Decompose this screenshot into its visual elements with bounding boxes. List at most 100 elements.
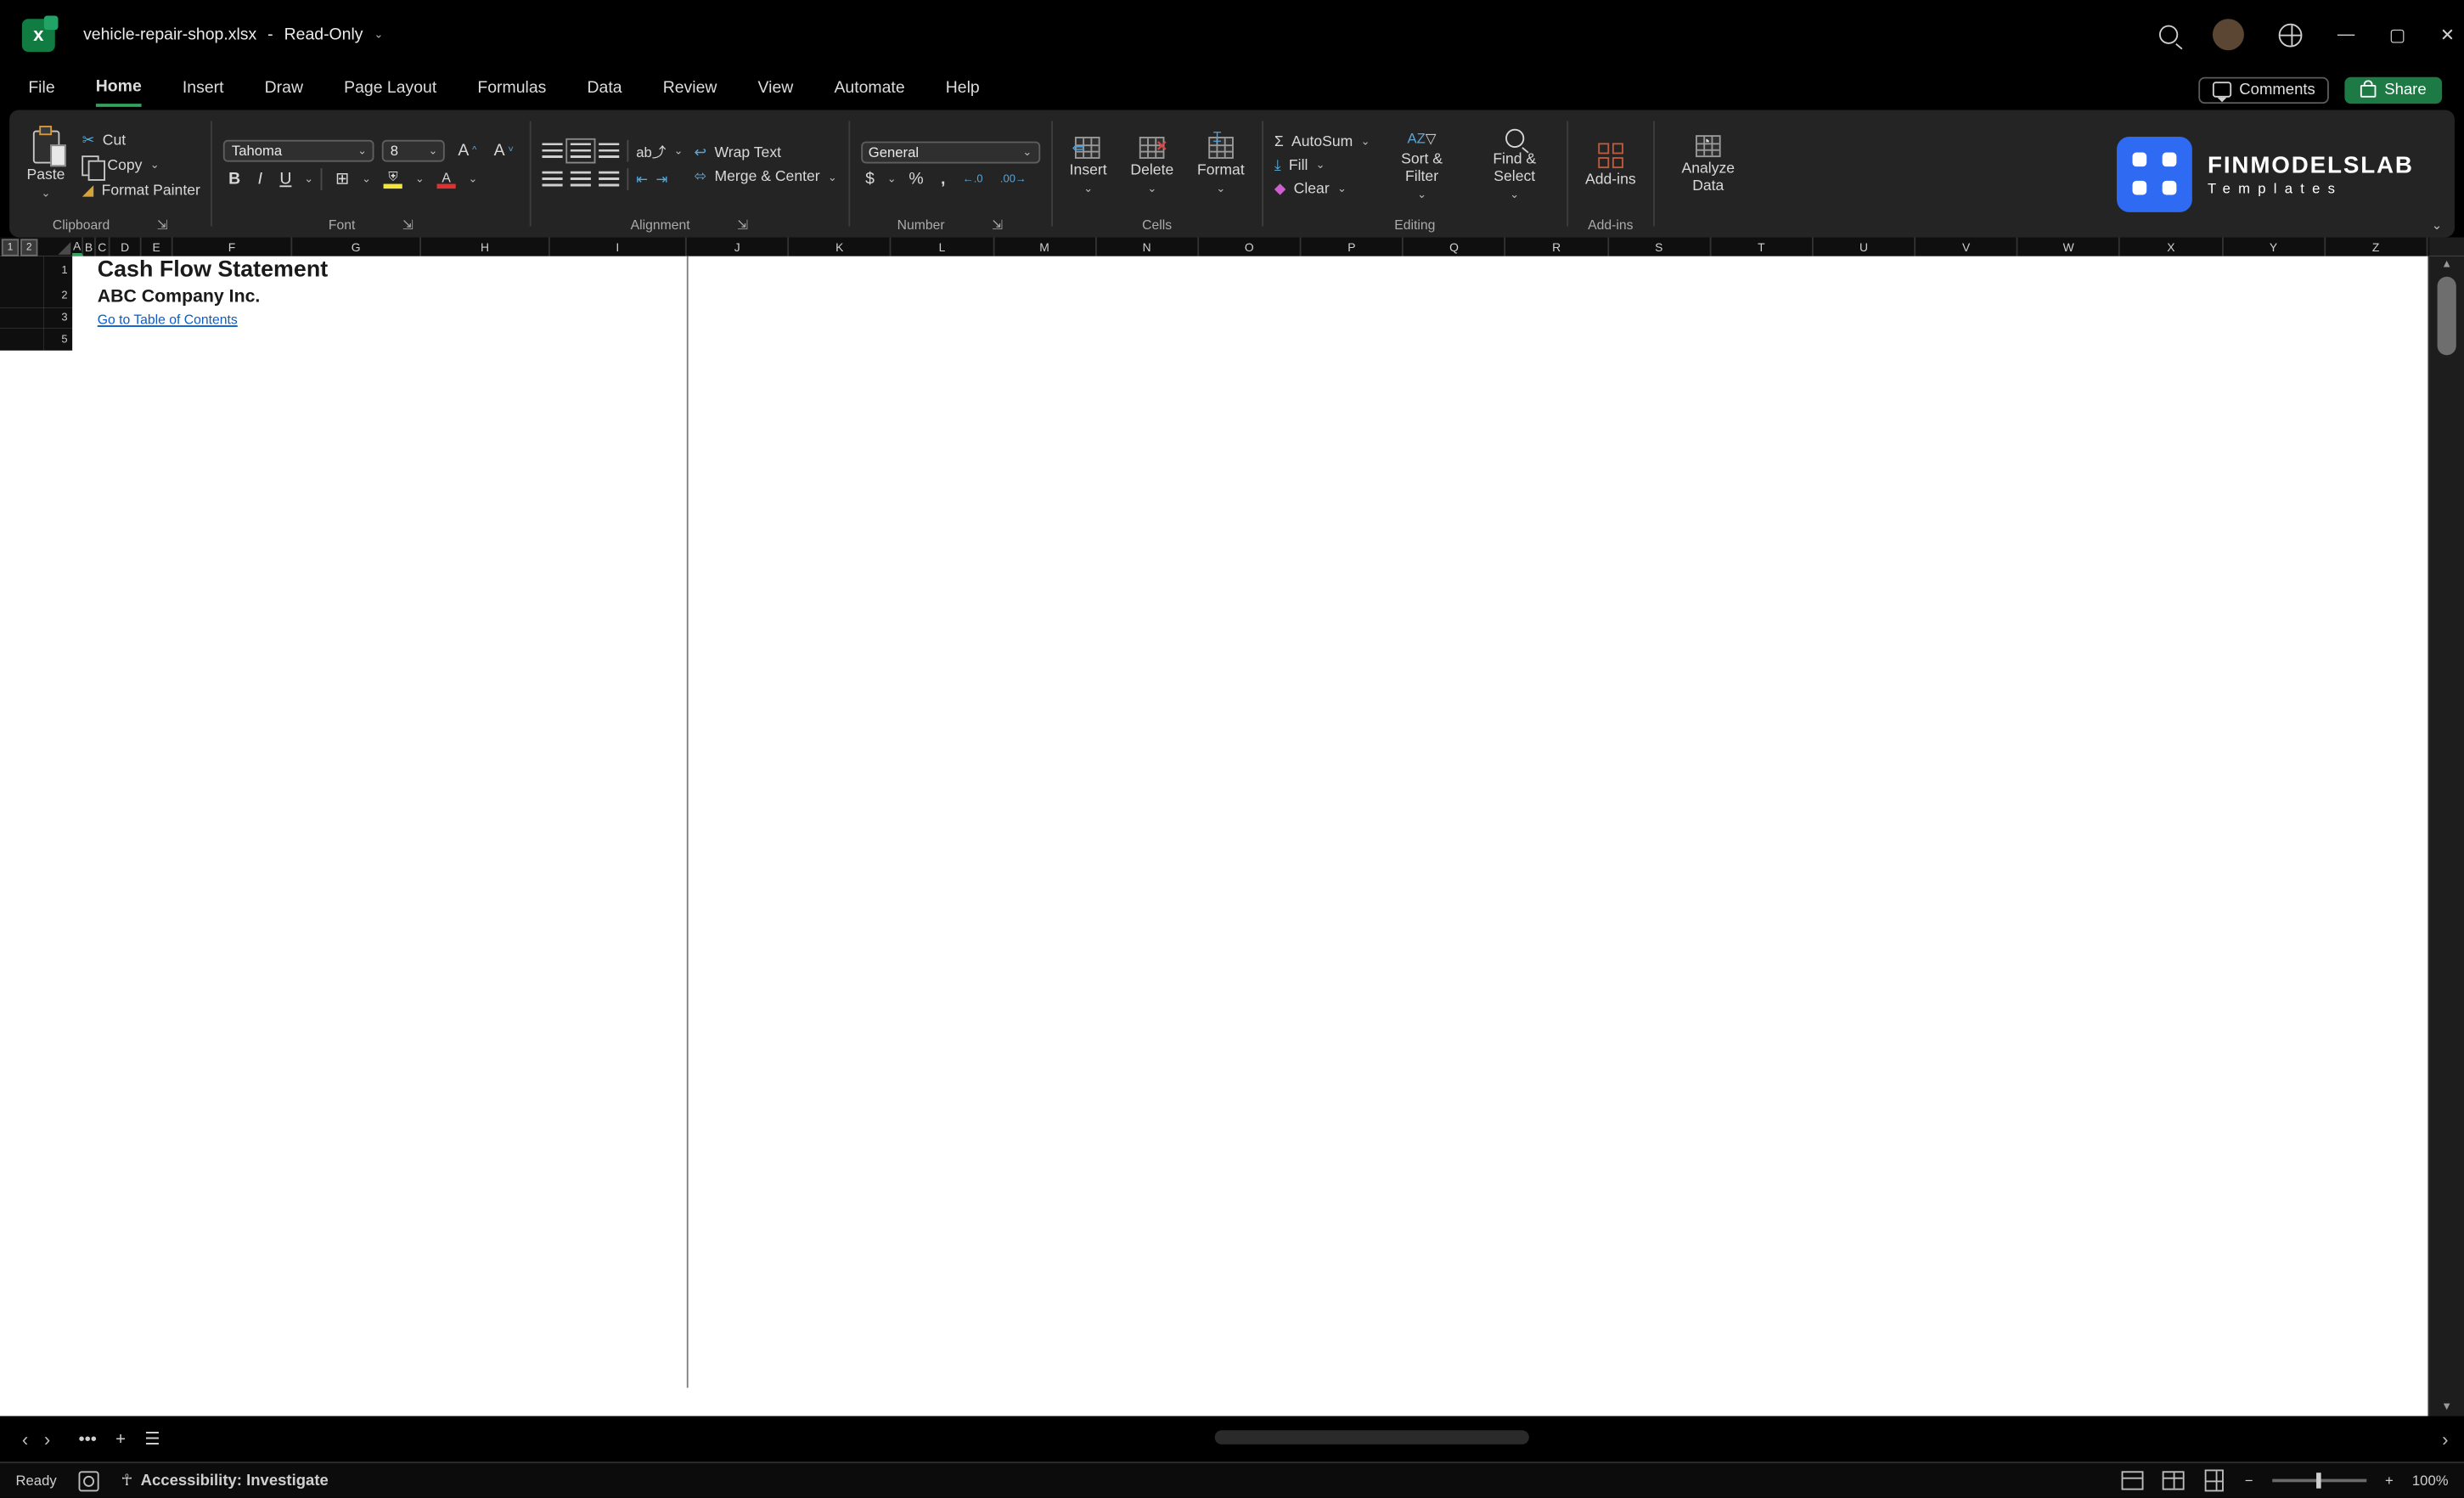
column-header-S[interactable]: S	[1608, 237, 1711, 256]
clear-button[interactable]: ◆Clear⌄	[1274, 180, 1370, 197]
column-header-O[interactable]: O	[1199, 237, 1302, 256]
align-center-icon[interactable]	[570, 172, 590, 188]
ribbon-tab-data[interactable]: Data	[588, 75, 622, 104]
addins-button[interactable]: Add-ins	[1579, 118, 1642, 212]
zoom-out-button[interactable]: −	[2245, 1473, 2253, 1489]
horizontal-scrollbar[interactable]	[1215, 1430, 1529, 1444]
column-header-B[interactable]: B	[83, 237, 96, 256]
format-painter-button[interactable]: ◢Format Painter	[82, 182, 200, 199]
number-format-select[interactable]: General⌄	[861, 142, 1040, 164]
scroll-down-icon[interactable]: ▼	[2441, 1402, 2452, 1413]
macro-record-icon[interactable]	[79, 1470, 99, 1490]
column-header-R[interactable]: R	[1506, 237, 1609, 256]
accessibility-status[interactable]: ☥ Accessibility: Investigate	[121, 1472, 329, 1489]
sort-filter-button[interactable]: AZ▽ Sort & Filter⌄	[1381, 118, 1462, 212]
ribbon-tab-insert[interactable]: Insert	[183, 75, 224, 104]
row-header-5[interactable]: 5	[44, 329, 72, 351]
wrap-text-button[interactable]: ↩Wrap Text	[695, 144, 837, 161]
vertical-scrollbar[interactable]: ▲ ▼	[2427, 256, 2464, 1416]
row-label[interactable]: Go to Table of Contents	[72, 308, 687, 329]
column-header-Q[interactable]: Q	[1404, 237, 1506, 256]
tab-overflow-button[interactable]: •••	[72, 1429, 103, 1448]
column-header-J[interactable]: J	[687, 237, 790, 256]
currency-button[interactable]: $	[861, 170, 880, 189]
column-header-M[interactable]: M	[994, 237, 1097, 256]
font-size-select[interactable]: 8⌄	[383, 140, 446, 162]
dialog-launcher-icon[interactable]: ⇲	[737, 216, 748, 233]
ribbon-tab-page-layout[interactable]: Page Layout	[344, 75, 436, 104]
document-title[interactable]: vehicle-repair-shop.xlsx - Read-Only ⌄	[83, 25, 383, 44]
ribbon-tab-help[interactable]: Help	[946, 75, 980, 104]
decrease-decimal-button[interactable]: .00→	[995, 174, 1031, 185]
collapse-ribbon-icon[interactable]: ⌄	[2432, 218, 2442, 233]
underline-button[interactable]: U	[275, 170, 296, 189]
column-header-Y[interactable]: Y	[2223, 237, 2326, 256]
column-header-G[interactable]: G	[292, 237, 421, 256]
close-button[interactable]: ✕	[2440, 25, 2455, 45]
page-layout-view-icon[interactable]	[2163, 1471, 2186, 1490]
column-header-V[interactable]: V	[1916, 237, 2018, 256]
select-all-icon[interactable]	[58, 242, 70, 255]
dialog-launcher-icon[interactable]: ⇲	[157, 216, 168, 233]
column-header-T[interactable]: T	[1711, 237, 1814, 256]
column-header-C[interactable]: C	[96, 237, 110, 256]
ribbon-tab-file[interactable]: File	[28, 75, 54, 104]
tab-bar-right-arrow[interactable]: ›	[2442, 1428, 2448, 1450]
find-select-button[interactable]: Find & Select⌄	[1474, 118, 1555, 212]
chevron-down-icon[interactable]: ⌄	[374, 28, 383, 41]
increase-decimal-button[interactable]: ←.0	[958, 174, 987, 185]
column-header-H[interactable]: H	[421, 237, 550, 256]
normal-view-icon[interactable]	[2122, 1471, 2144, 1490]
zoom-slider[interactable]	[2272, 1479, 2366, 1483]
ribbon-tab-review[interactable]: Review	[663, 75, 717, 104]
outline-level-2-button[interactable]: 2	[20, 239, 37, 256]
share-button[interactable]: Share	[2345, 76, 2442, 103]
decrease-indent-button[interactable]: ⇤	[636, 171, 648, 188]
column-header-E[interactable]: E	[142, 237, 173, 256]
outline-level-1-button[interactable]: 1	[2, 239, 19, 256]
search-icon[interactable]	[2160, 25, 2179, 44]
fill-color-button[interactable]: ⛨	[379, 170, 407, 189]
ribbon-tab-home[interactable]: Home	[96, 73, 142, 106]
column-header-P[interactable]: P	[1302, 237, 1404, 256]
zoom-level[interactable]: 100%	[2412, 1473, 2449, 1489]
column-header-F[interactable]: F	[173, 237, 293, 256]
comma-style-button[interactable]: ,	[936, 170, 950, 189]
insert-cells-button[interactable]: ⇦Insert⌄	[1063, 118, 1113, 212]
column-header-D[interactable]: D	[110, 237, 142, 256]
delete-cells-button[interactable]: ✕Delete⌄	[1124, 118, 1180, 212]
zoom-in-button[interactable]: +	[2385, 1473, 2394, 1489]
orientation-button[interactable]: ab⤴	[636, 141, 666, 161]
column-header-L[interactable]: L	[892, 237, 994, 256]
font-color-button[interactable]: A	[432, 170, 460, 189]
zoom-slider-thumb[interactable]	[2316, 1473, 2321, 1489]
column-header-N[interactable]: N	[1096, 237, 1199, 256]
dialog-launcher-icon[interactable]: ⇲	[402, 216, 413, 233]
ribbon-tab-draw[interactable]: Draw	[265, 75, 303, 104]
column-header-I[interactable]: I	[550, 237, 687, 256]
minimize-button[interactable]: —	[2337, 25, 2354, 44]
tab-scroll-left-icon[interactable]: ‹	[22, 1428, 28, 1450]
column-header-A[interactable]: A	[72, 237, 83, 256]
sheet-list-button[interactable]: ☰	[138, 1428, 166, 1449]
align-right-icon[interactable]	[599, 172, 619, 188]
sphere-icon[interactable]	[2279, 23, 2303, 47]
ribbon-tab-view[interactable]: View	[758, 75, 794, 104]
dialog-launcher-icon[interactable]: ⇲	[992, 216, 1003, 233]
align-bottom-icon[interactable]	[599, 143, 619, 159]
format-cells-button[interactable]: ⌶Format⌄	[1191, 118, 1252, 212]
align-middle-icon[interactable]	[570, 143, 590, 159]
autosum-button[interactable]: ΣAutoSum⌄	[1274, 132, 1370, 149]
row-header-1[interactable]: 1	[44, 256, 72, 284]
row-header-3[interactable]: 3	[44, 308, 72, 329]
row-header-2[interactable]: 2	[44, 284, 72, 308]
italic-button[interactable]: I	[253, 170, 267, 189]
shrink-font-button[interactable]: A˅	[489, 142, 518, 160]
avatar[interactable]	[2214, 19, 2245, 50]
fill-button[interactable]: ⤓Fill⌄	[1274, 156, 1370, 173]
restore-button[interactable]: ▢	[2389, 25, 2405, 45]
page-break-view-icon[interactable]	[2205, 1469, 2224, 1491]
column-header-Z[interactable]: Z	[2326, 237, 2428, 256]
worksheet[interactable]: 1Cash Flow Statement2ABC Company Inc.3Go…	[0, 256, 2464, 1416]
ribbon-tab-formulas[interactable]: Formulas	[477, 75, 546, 104]
